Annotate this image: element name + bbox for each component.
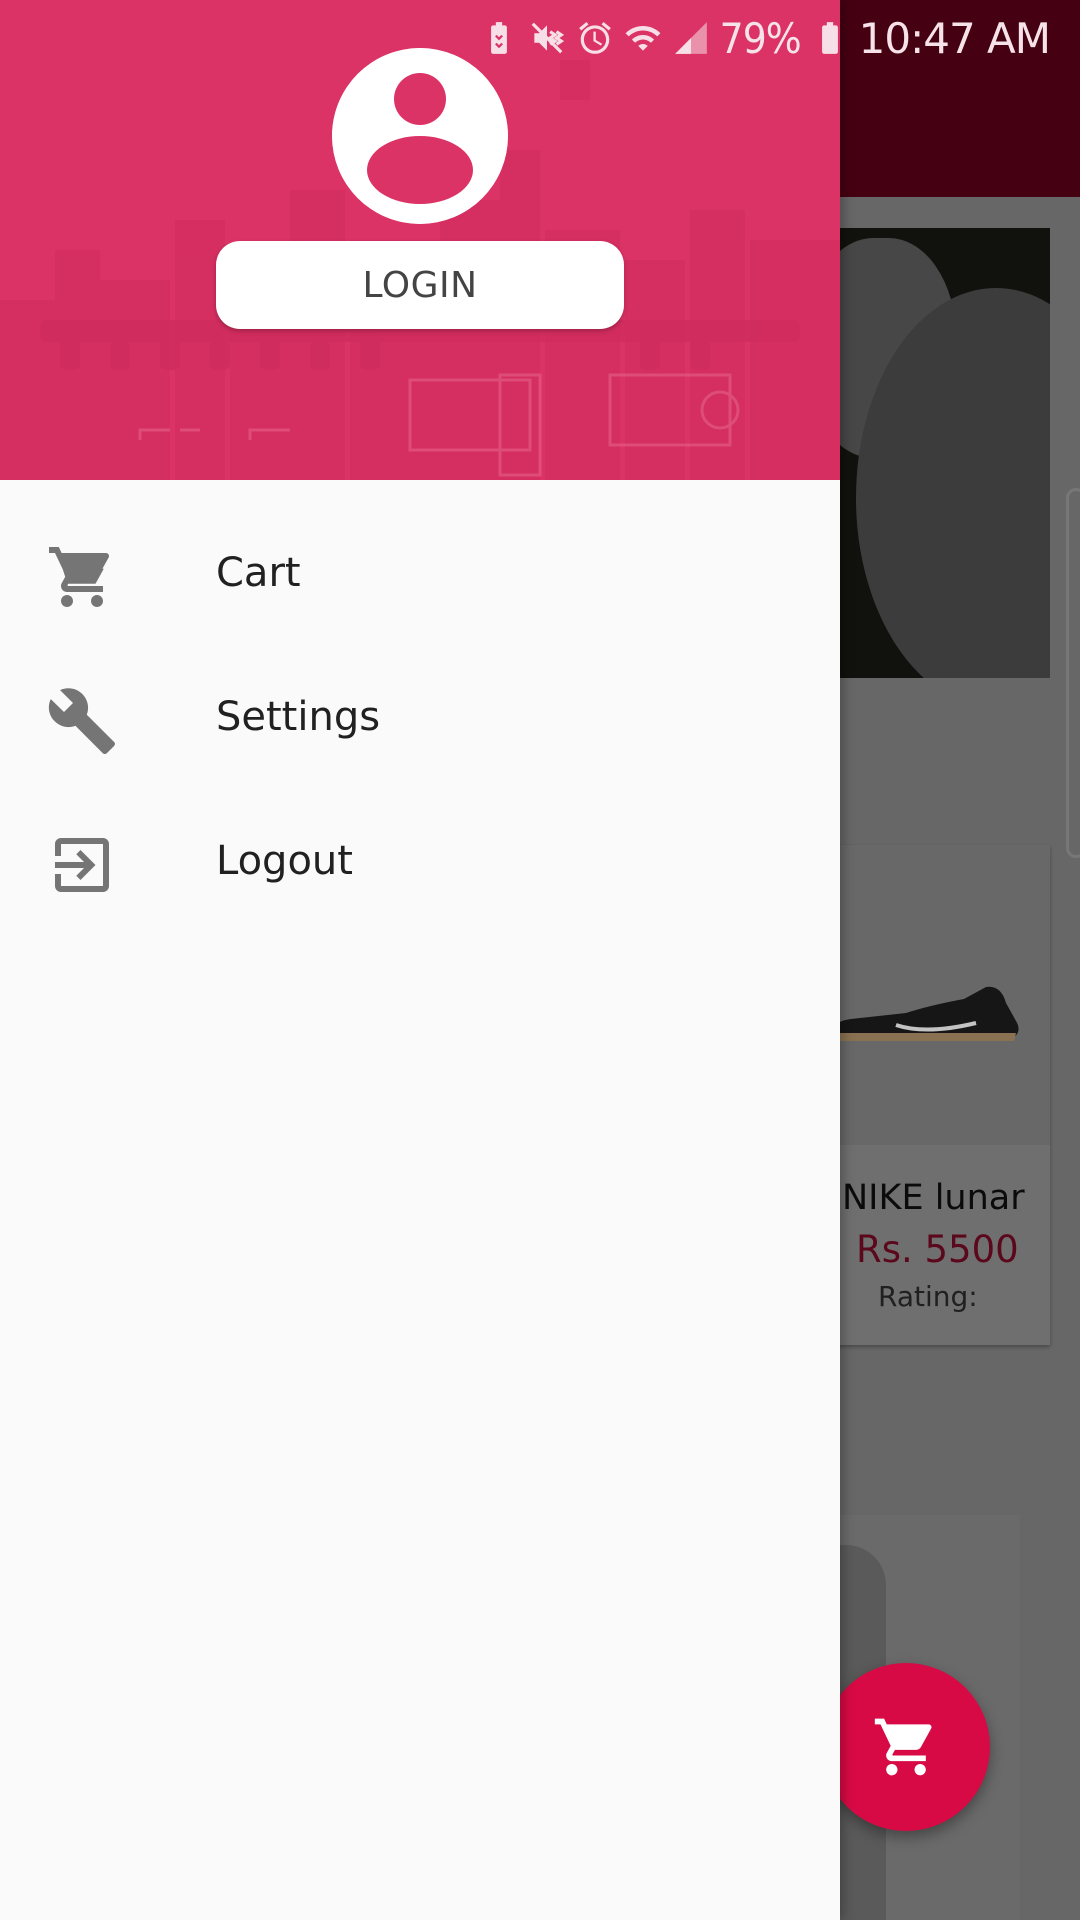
cart-icon [46,541,118,613]
wifi-icon [624,19,662,57]
cell-signal-icon [672,19,710,57]
vibrate-icon [528,19,566,57]
drawer-item-label: Settings [216,694,381,740]
drawer-item-cart[interactable]: Cart [0,505,840,649]
wrench-icon [46,685,118,757]
logout-icon [46,829,118,901]
navigation-drawer: LOGIN Cart Settings Logout [0,0,840,1920]
drawer-item-settings[interactable]: Settings [0,649,840,793]
status-bar: 79% 10:47 AM [0,0,1080,76]
status-clock: 10:47 AM [858,13,1051,63]
drawer-item-label: Cart [216,550,301,596]
battery-icon [811,19,849,57]
alarm-icon [576,19,614,57]
login-button[interactable]: LOGIN [216,241,624,329]
cart-icon [874,1718,932,1776]
drawer-item-logout[interactable]: Logout [0,793,840,937]
cart-fab-button[interactable] [822,1663,990,1831]
battery-saver-icon [480,19,518,57]
drawer-item-label: Logout [216,838,353,884]
battery-percent: 79% [719,13,802,63]
drawer-menu: Cart Settings Logout [0,505,840,937]
